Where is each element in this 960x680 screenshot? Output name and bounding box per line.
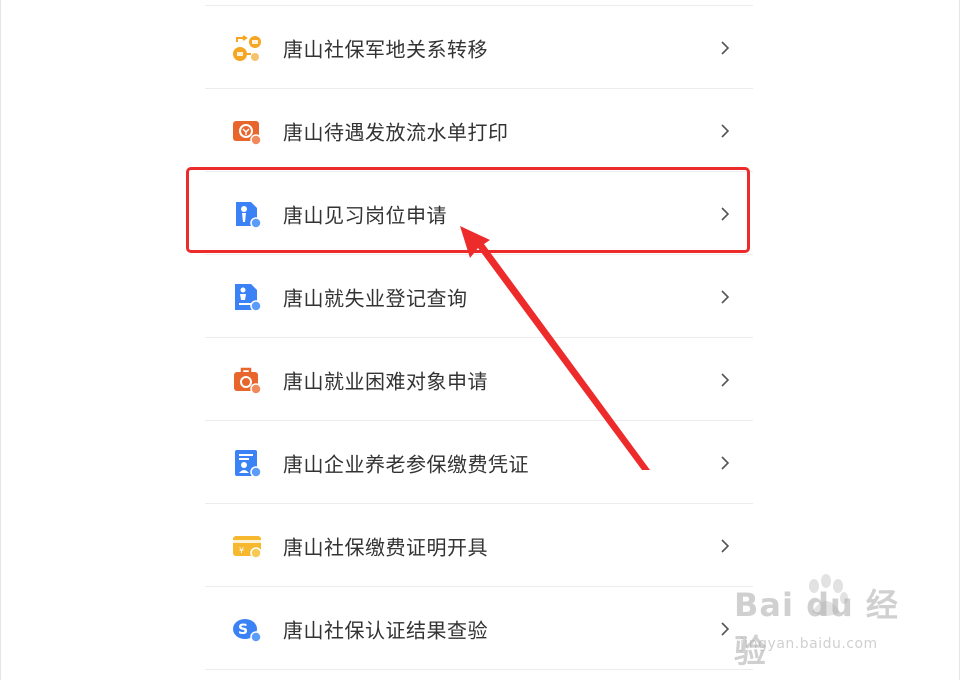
list-item-internship[interactable]: 唐山见习岗位申请 <box>205 172 753 255</box>
chevron-right-icon <box>721 206 730 221</box>
chevron-right-icon <box>721 289 730 304</box>
employment-registration-icon <box>235 283 262 312</box>
list-item-employment-registration[interactable]: 唐山就失业登记查询 <box>205 255 753 338</box>
list-item-certification-check[interactable]: S 唐山社保认证结果查验 <box>205 587 753 670</box>
chevron-right-icon <box>721 455 730 470</box>
payment-record-icon <box>233 120 262 146</box>
list-item-label: 唐山见习岗位申请 <box>283 203 447 227</box>
chevron-right-icon <box>721 123 730 138</box>
list-item-label: 唐山就业困难对象申请 <box>283 369 488 393</box>
svg-text:¥: ¥ <box>239 546 244 555</box>
watermark-brand: Bai du 经验 <box>734 586 899 670</box>
pension-certificate-icon <box>235 449 262 478</box>
list-item-pension-certificate[interactable]: 唐山企业养老参保缴费凭证 <box>205 421 753 504</box>
list-item-military-transfer[interactable]: 唐山社保军地关系转移 <box>205 6 753 89</box>
chevron-right-icon <box>721 372 730 387</box>
row-divider <box>205 669 753 670</box>
list-item-employment-difficulty[interactable]: 唐山就业困难对象申请 <box>205 338 753 421</box>
list-item-label: 唐山社保军地关系转移 <box>283 37 488 61</box>
page: 唐山社保军地关系转移 唐山待遇发放流水单打印 唐山见习岗位申请 唐山就失业登记查… <box>0 0 960 680</box>
social-security-icon: S <box>233 618 262 643</box>
list-item-label: 唐山社保缴费证明开具 <box>283 535 488 559</box>
list-item-label: 唐山待遇发放流水单打印 <box>283 120 509 144</box>
chevron-right-icon <box>721 538 730 553</box>
baidu-watermark: Bai du 经验 jingyan.baidu.com <box>734 572 924 670</box>
chevron-right-icon <box>721 40 730 55</box>
internship-icon <box>236 201 262 229</box>
payment-card-icon: ¥ <box>233 535 262 559</box>
svg-text:S: S <box>238 622 248 638</box>
watermark-url: jingyan.baidu.com <box>740 636 878 652</box>
briefcase-icon <box>234 367 262 395</box>
list-item-payment-record[interactable]: 唐山待遇发放流水单打印 <box>205 89 753 172</box>
list-item-payment-proof[interactable]: ¥ 唐山社保缴费证明开具 <box>205 504 753 587</box>
list-item-label: 唐山企业养老参保缴费凭证 <box>283 452 529 476</box>
military-transfer-icon <box>233 34 261 61</box>
chevron-right-icon <box>721 621 730 636</box>
left-border <box>0 0 1 680</box>
list-item-label: 唐山就失业登记查询 <box>283 286 468 310</box>
list-item-label: 唐山社保认证结果查验 <box>283 618 488 642</box>
